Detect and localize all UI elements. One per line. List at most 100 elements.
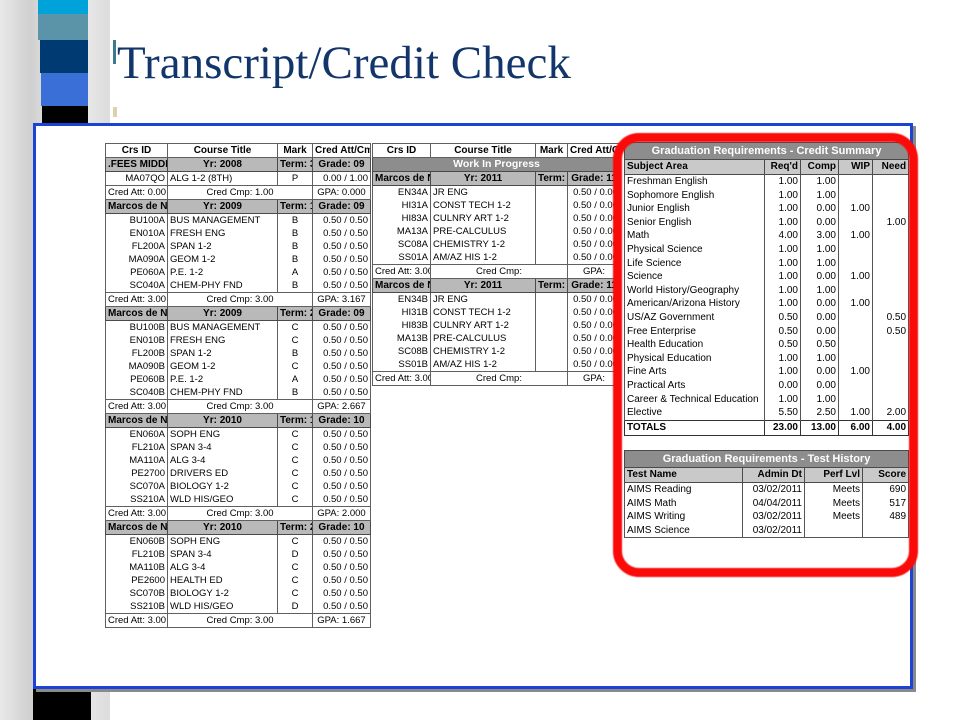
term-credits-attempted: Cred Att: 3.00: [105, 292, 168, 307]
course-id: MA13A: [372, 225, 431, 238]
course-credits: 0.50 / 0.50: [312, 493, 371, 507]
course-credits: 0.50 / 0.50: [312, 441, 371, 454]
course-id: MA13B: [372, 332, 431, 345]
course-mark: C: [277, 334, 313, 347]
course-id: HI83A: [372, 212, 431, 225]
course-mark: P: [277, 171, 313, 186]
course-row: BU100A BUS MANAGEMENT B 0.50 / 0.50: [105, 213, 371, 227]
course-credits: 0.50 / 0.50: [312, 213, 371, 227]
course-mark: B: [277, 227, 313, 240]
course-row: HI83A CULNRY ART 1-2 0.50 / 0.00: [372, 212, 621, 225]
course-row: HI31B CONST TECH 1-2 0.50 / 0.00: [372, 306, 621, 319]
column-header-2: Mark: [277, 143, 313, 158]
page-title: Transcript/Credit Check: [117, 37, 571, 89]
course-mark: [535, 185, 568, 199]
course-row: SC08B CHEMISTRY 1-2 0.50 / 0.00: [372, 345, 621, 358]
course-row: SS01A AM/AZ HIS 1-2 0.50 / 0.00: [372, 251, 621, 265]
course-credits: 0.50 / 0.50: [312, 587, 371, 600]
course-credits: 0.50 / 0.50: [312, 266, 371, 279]
course-row: PE2600 HEALTH ED C 0.50 / 0.50: [105, 574, 371, 587]
course-row: SS210B WLD HIS/GEO D 0.50 / 0.50: [105, 600, 371, 614]
course-row: SC070A BIOLOGY 1-2 C 0.50 / 0.50: [105, 480, 371, 493]
course-title: CHEMISTRY 1-2: [430, 238, 536, 251]
course-id: PE060A: [105, 266, 168, 279]
term-summary-row: Cred Att: 0.00 Cred Cmp: 1.00 GPA: 0.000: [105, 185, 371, 200]
course-id: BU100B: [105, 320, 168, 334]
term-grade: Grade: 09: [312, 306, 371, 321]
course-title: ALG 3-4: [167, 561, 278, 574]
course-id: PE060B: [105, 373, 168, 386]
course-mark: C: [277, 427, 313, 441]
course-row: FL210A SPAN 3-4 C 0.50 / 0.50: [105, 441, 371, 454]
course-title: WLD HIS/GEO: [167, 600, 278, 614]
term-credits-attempted: Cred Att: 3.00: [372, 264, 431, 279]
course-mark: [535, 332, 568, 345]
course-row: MA110B ALG 3-4 C 0.50 / 0.50: [105, 561, 371, 574]
course-id: MA110B: [105, 561, 168, 574]
course-row: EN34A JR ENG 0.50 / 0.00: [372, 185, 621, 199]
course-row: EN010B FRESH ENG C 0.50 / 0.50: [105, 334, 371, 347]
course-id: HI31A: [372, 199, 431, 212]
course-id: MA07QO: [105, 171, 168, 186]
term-summary-row: Cred Att: 3.00 Cred Cmp: 3.00 GPA: 3.167: [105, 292, 371, 307]
term-credits-attempted: Cred Att: 3.00: [105, 613, 168, 628]
work-in-progress-label: Work In Progress: [372, 157, 621, 172]
course-title: BIOLOGY 1-2: [167, 587, 278, 600]
course-id: BU100A: [105, 213, 168, 227]
course-credits: 0.50 / 0.50: [312, 427, 371, 441]
course-credits: 0.50 / 0.50: [312, 480, 371, 493]
course-row: SC040B CHEM-PHY FND B 0.50 / 0.50: [105, 386, 371, 400]
course-title: JR ENG: [430, 185, 536, 199]
course-mark: [535, 292, 568, 306]
course-row: EN010A FRESH ENG B 0.50 / 0.50: [105, 227, 371, 240]
course-title: SPAN 1-2: [167, 240, 278, 253]
course-row: PE060A P.E. 1-2 A 0.50 / 0.50: [105, 266, 371, 279]
term-school: Marcos de Niza High: [105, 306, 168, 321]
course-row: SS210A WLD HIS/GEO C 0.50 / 0.50: [105, 493, 371, 507]
course-mark: B: [277, 253, 313, 266]
course-credits: 0.50 / 0.50: [312, 227, 371, 240]
course-title: P.E. 1-2: [167, 373, 278, 386]
term-credits-attempted: Cred Att: 3.00: [105, 506, 168, 521]
course-mark: [535, 199, 568, 212]
band-chip: [40, 40, 88, 73]
course-id: EN060B: [105, 534, 168, 548]
course-title: P.E. 1-2: [167, 266, 278, 279]
term-gpa: GPA: 3.167: [312, 292, 371, 307]
transcript-table-wip: Crs IDCourse TitleMarkCred Att/CmpWork I…: [372, 143, 621, 386]
course-mark: B: [277, 279, 313, 293]
term-credits-completed: Cred Cmp: 3.00: [167, 613, 313, 628]
term-grade: Grade: 10: [312, 520, 371, 535]
course-row: FL200B SPAN 1-2 B 0.50 / 0.50: [105, 347, 371, 360]
course-id: SC070B: [105, 587, 168, 600]
term-header-row: Marcos de Niza HighYr: 2009Term: 2Grade:…: [105, 306, 371, 321]
column-header-3: Cred Att/Cmp: [312, 143, 371, 158]
course-id: EN34B: [372, 292, 431, 306]
course-mark: [535, 251, 568, 265]
course-mark: C: [277, 360, 313, 373]
course-id: EN34A: [372, 185, 431, 199]
course-mark: C: [277, 493, 313, 507]
course-id: SS210B: [105, 600, 168, 614]
course-row: SS01B AM/AZ HIS 1-2 0.50 / 0.00: [372, 358, 621, 372]
course-credits: 0.50 / 0.50: [312, 320, 371, 334]
course-id: MA110A: [105, 454, 168, 467]
column-header-0: Crs ID: [372, 143, 431, 158]
term-credits-completed: Cred Cmp: 3.00: [167, 399, 313, 414]
course-title: BUS MANAGEMENT: [167, 213, 278, 227]
course-id: PE2600: [105, 574, 168, 587]
course-mark: [535, 345, 568, 358]
course-id: FL210A: [105, 441, 168, 454]
term-gpa: GPA: 0.000: [312, 185, 371, 200]
course-title: WLD HIS/GEO: [167, 493, 278, 507]
course-title: AM/AZ HIS 1-2: [430, 358, 536, 372]
course-mark: D: [277, 600, 313, 614]
course-row: SC070B BIOLOGY 1-2 C 0.50 / 0.50: [105, 587, 371, 600]
course-id: FL200B: [105, 347, 168, 360]
column-header-2: Mark: [535, 143, 568, 158]
course-credits: 0.50 / 0.50: [312, 347, 371, 360]
course-id: HI83B: [372, 319, 431, 332]
course-mark: [535, 358, 568, 372]
course-title: SOPH ENG: [167, 534, 278, 548]
course-title: CHEM-PHY FND: [167, 279, 278, 293]
